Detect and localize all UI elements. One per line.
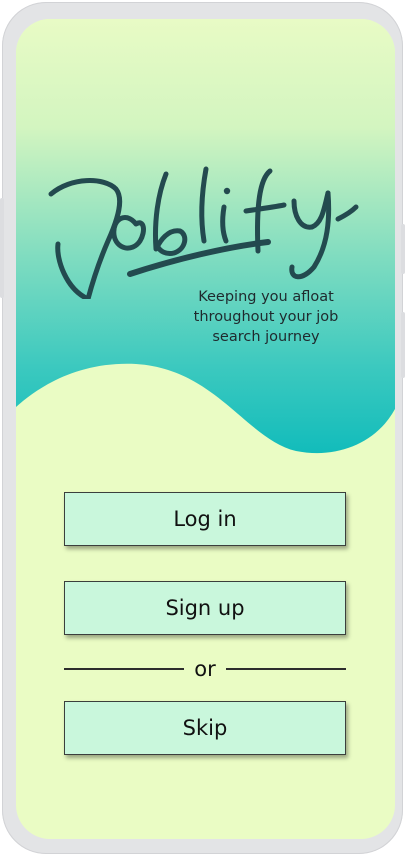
app-tagline: Keeping you afloat throughout your job s… [193, 289, 339, 345]
joblify-logo [48, 166, 359, 299]
login-button[interactable]: Log in [64, 492, 346, 546]
phone-frame: Keeping you afloat throughout your job s… [0, 2, 405, 854]
or-divider: or [64, 657, 347, 681]
divider-label: or [194, 657, 216, 681]
welcome-screen: Keeping you afloat throughout your job s… [16, 19, 395, 839]
divider-line-left [64, 668, 185, 670]
signup-button[interactable]: Sign up [64, 581, 346, 635]
divider-line-right [225, 668, 347, 670]
phone-side-button-right-top [401, 224, 405, 274]
phone-side-button-left [0, 198, 4, 298]
phone-side-button-right-bottom [401, 312, 405, 378]
skip-button[interactable]: Skip [64, 701, 346, 755]
